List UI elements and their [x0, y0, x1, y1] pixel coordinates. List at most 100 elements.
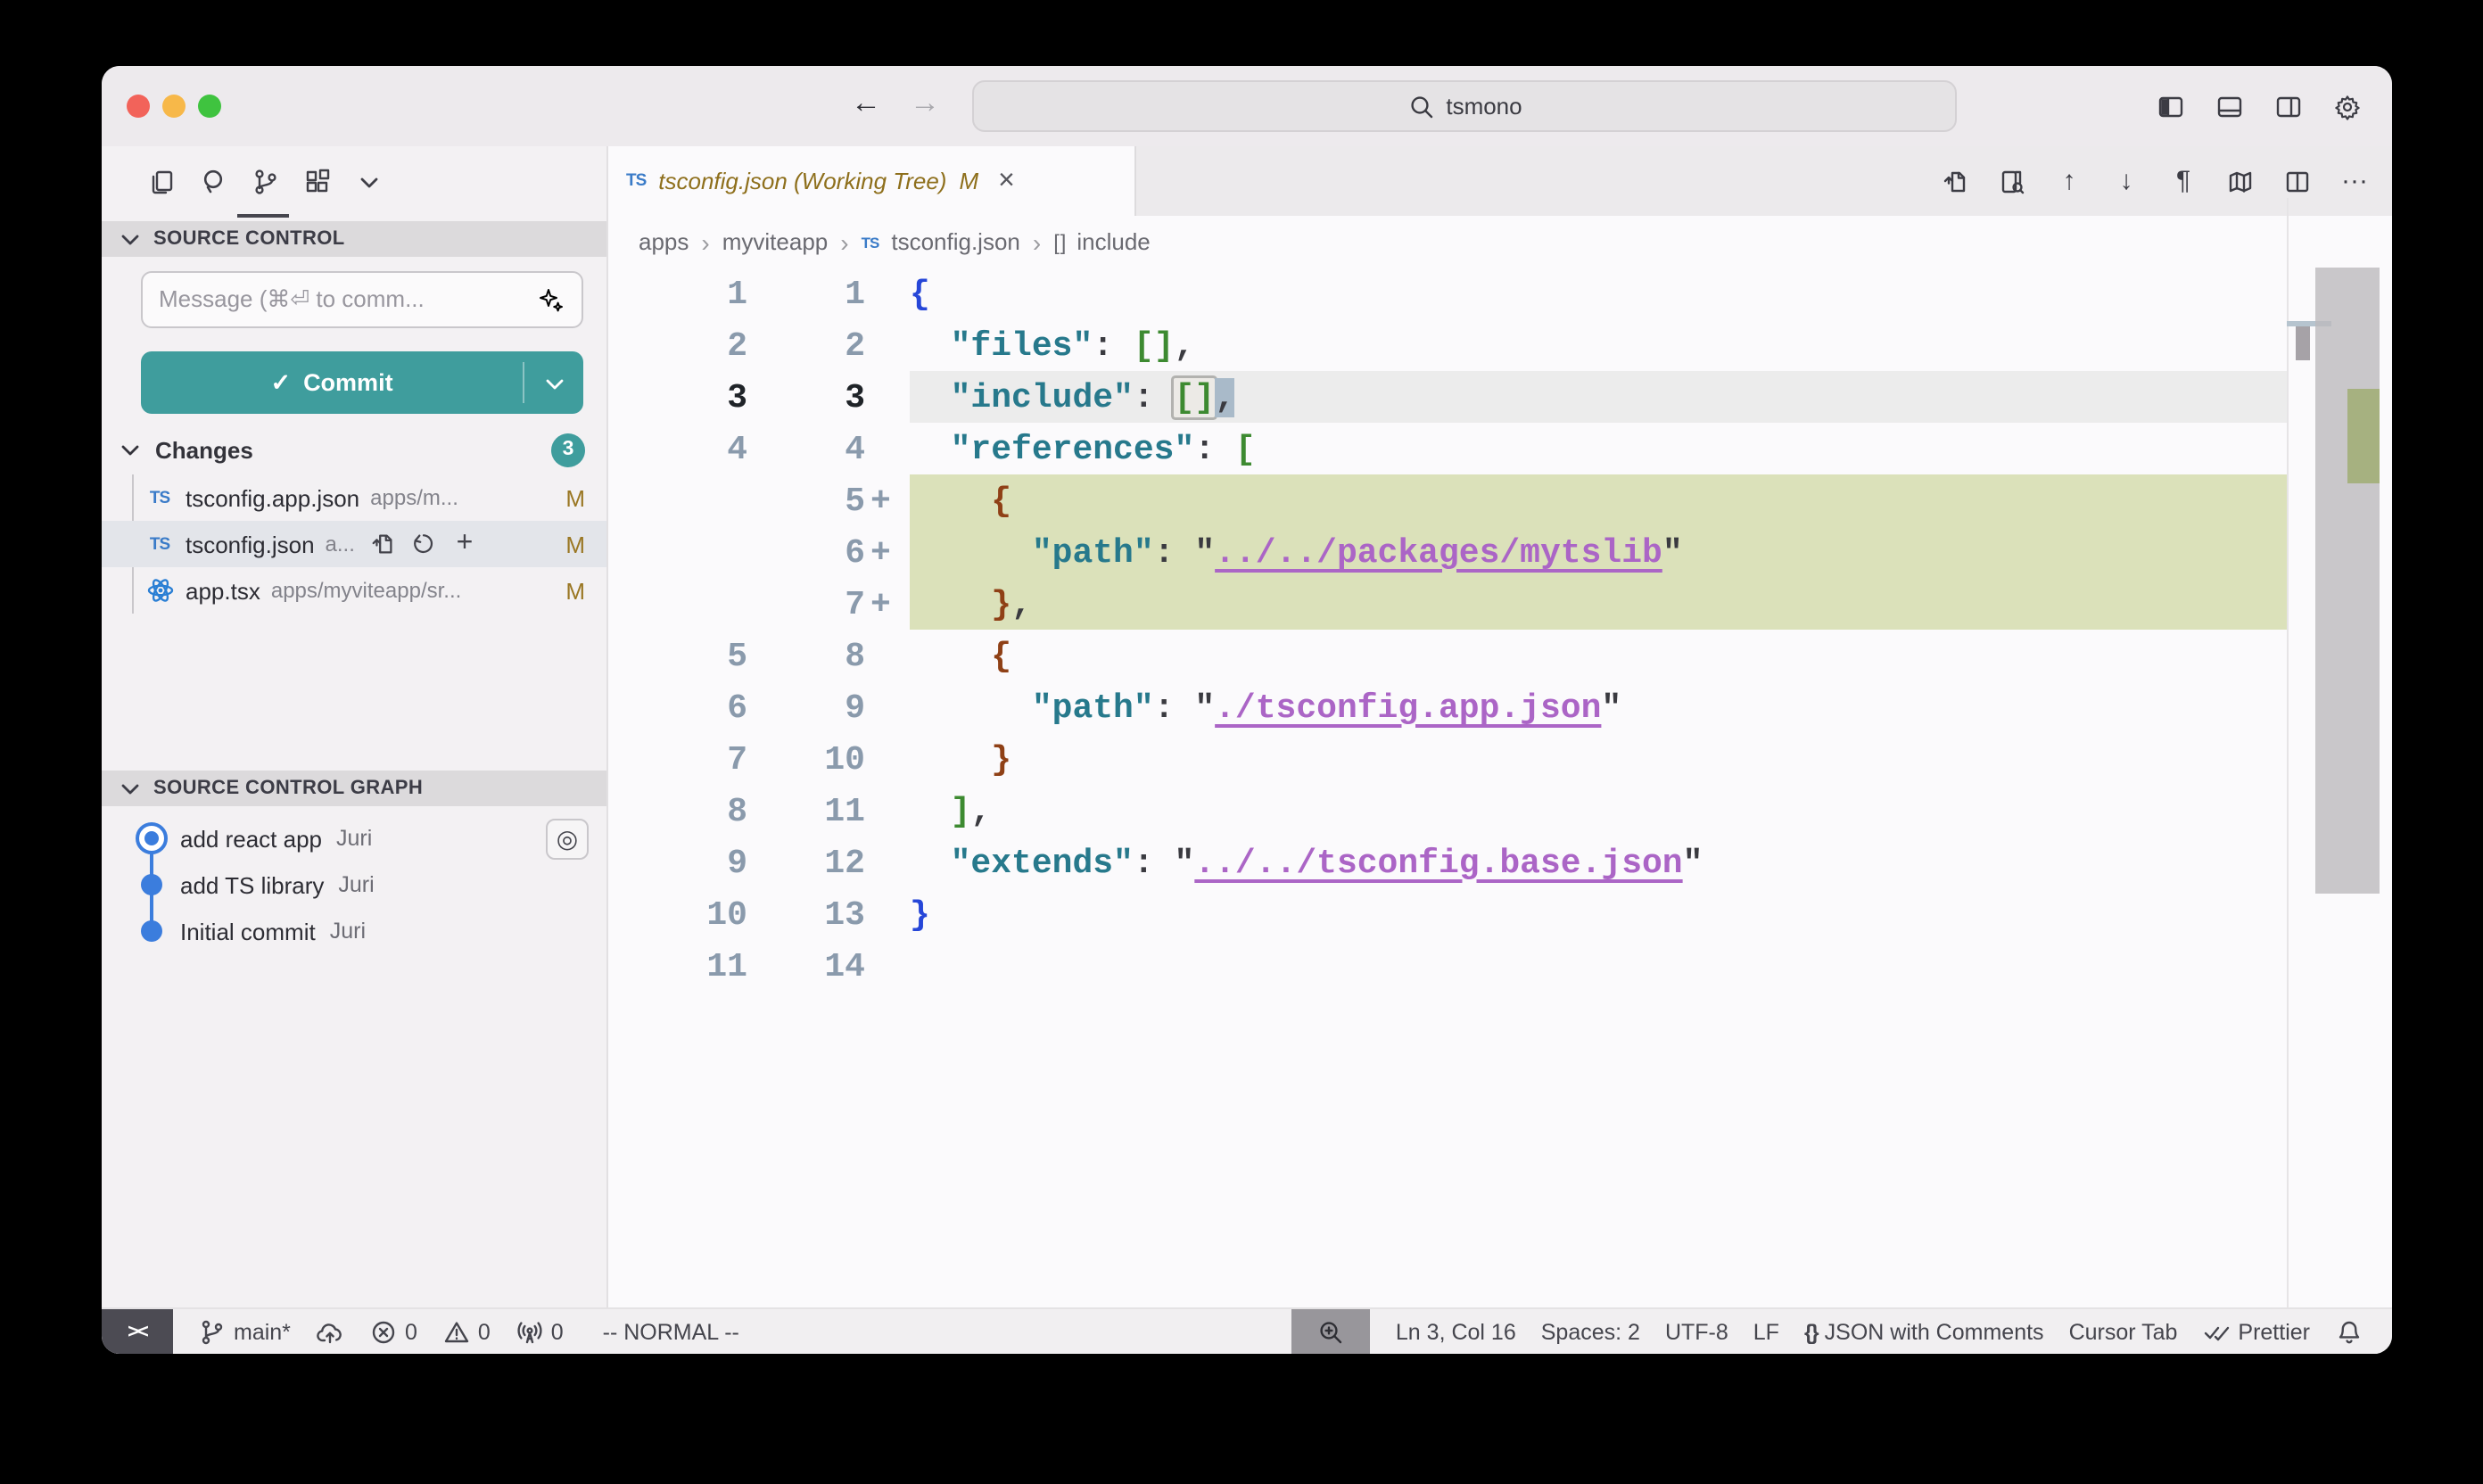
- toggle-secondary-sidebar-icon[interactable]: [2273, 90, 2305, 122]
- code-line[interactable]: 811 ],: [608, 785, 2392, 837]
- old-line-number: 11: [608, 946, 747, 985]
- explorer-icon[interactable]: [144, 165, 178, 199]
- extensions-icon[interactable]: [300, 165, 334, 199]
- maximize-window-button[interactable]: [198, 95, 221, 118]
- code-token: "path": [1032, 532, 1154, 572]
- added-line-plus: +: [865, 481, 910, 520]
- status-0[interactable]: 0: [369, 1317, 417, 1346]
- status-0[interactable]: 0: [442, 1317, 491, 1346]
- status-bell[interactable]: [2335, 1317, 2363, 1346]
- code-token: [910, 688, 1032, 727]
- new-line-number: 7: [747, 584, 865, 623]
- commit-author: Juri: [338, 872, 374, 897]
- status-normal[interactable]: -- NORMAL --: [603, 1319, 739, 1344]
- toggle-panel-icon[interactable]: [2214, 90, 2246, 122]
- status-cloud-upload[interactable]: [316, 1317, 344, 1346]
- change-file-row[interactable]: app.tsxapps/myviteapp/sr...M: [102, 567, 606, 614]
- status-remote[interactable]: ><: [102, 1308, 173, 1354]
- code-line[interactable]: 1114: [608, 940, 2392, 992]
- code-token: [910, 636, 991, 675]
- minimap-text-block: [2296, 326, 2310, 360]
- minimize-window-button[interactable]: [162, 95, 186, 118]
- back-icon[interactable]: ←: [851, 86, 881, 121]
- changes-section-row[interactable]: Changes 3: [102, 428, 606, 471]
- open-file-icon[interactable]: [1939, 165, 1971, 197]
- goto-current-history-item-button[interactable]: ◎: [546, 819, 589, 860]
- code-line[interactable]: 710 }: [608, 733, 2392, 785]
- code-line[interactable]: 69 "path": "./tsconfig.app.json": [608, 681, 2392, 733]
- code-line[interactable]: 1013}: [608, 888, 2392, 940]
- status-0[interactable]: 0: [516, 1317, 564, 1346]
- new-line-number: 13: [747, 895, 865, 934]
- next-change-icon[interactable]: ↓: [2110, 165, 2142, 197]
- settings-gear-icon[interactable]: [2331, 90, 2363, 122]
- tab-tsconfig-working-tree[interactable]: TS tsconfig.json (Working Tree) M ×: [608, 146, 1136, 216]
- previous-change-icon[interactable]: ↑: [2053, 165, 2085, 197]
- status-spaces-2[interactable]: Spaces: 2: [1541, 1319, 1640, 1344]
- change-file-row[interactable]: TStsconfig.jsona...+M: [102, 521, 606, 567]
- new-line-number: 8: [747, 636, 865, 675]
- status-utf-8[interactable]: UTF-8: [1665, 1319, 1728, 1344]
- search-activity-icon[interactable]: [196, 165, 230, 199]
- code-line[interactable]: 912 "extends": "../../tsconfig.base.json…: [608, 837, 2392, 888]
- code-token: :: [1134, 843, 1175, 882]
- source-control-section-header[interactable]: SOURCE CONTROL: [102, 221, 606, 257]
- command-center-search[interactable]: tsmono: [972, 80, 1957, 132]
- status-prettier[interactable]: Prettier: [2202, 1317, 2310, 1346]
- commit-message-input[interactable]: Message (⌘⏎ to comm...: [141, 271, 583, 328]
- discard-icon[interactable]: [410, 531, 437, 557]
- code-line[interactable]: 11{: [608, 268, 2392, 319]
- code-line[interactable]: 7+ },: [608, 578, 2392, 630]
- close-window-button[interactable]: [127, 95, 150, 118]
- breadcrumb-item[interactable]: include: [1077, 228, 1150, 255]
- code-line[interactable]: 33 "include": [],: [608, 371, 2392, 423]
- code-token: :: [1134, 377, 1175, 416]
- status-cursor-tab[interactable]: Cursor Tab: [2069, 1319, 2178, 1344]
- remote-icon: ><: [128, 1321, 147, 1342]
- word-wrap-map-icon[interactable]: [2224, 165, 2256, 197]
- breadcrumb-item[interactable]: tsconfig.json: [891, 228, 1020, 255]
- status-lf[interactable]: LF: [1753, 1319, 1779, 1344]
- commit-dropdown-chevron-icon[interactable]: [524, 351, 583, 414]
- new-line-number: 2: [747, 326, 865, 365]
- code-line[interactable]: 22 "files": [],: [608, 319, 2392, 371]
- code-line[interactable]: 6+ "path": "../../packages/mytslib": [608, 526, 2392, 578]
- forward-icon[interactable]: →: [910, 86, 940, 121]
- whitespace-pilcrow-icon[interactable]: ¶: [2167, 165, 2199, 197]
- commit-row[interactable]: add react appJuri: [102, 815, 606, 862]
- active-view-underline: [237, 214, 289, 218]
- commit-row[interactable]: add TS library Juri: [102, 862, 606, 908]
- new-line-number: 6: [747, 532, 865, 572]
- status-ln-3-col-16[interactable]: Ln 3, Col 16: [1396, 1319, 1516, 1344]
- scrollbar-slider[interactable]: [2315, 268, 2380, 894]
- commit-button[interactable]: ✓ Commit: [141, 351, 583, 414]
- status-json-with-comments[interactable]: {}JSON with Comments: [1804, 1319, 2044, 1344]
- open-file-icon[interactable]: [369, 531, 396, 557]
- code-line[interactable]: 58 {: [608, 630, 2392, 681]
- file-path: a...: [326, 532, 355, 556]
- change-file-row[interactable]: TStsconfig.app.jsonapps/m...M: [102, 474, 606, 521]
- commit-row[interactable]: Initial commitJuri: [102, 908, 606, 954]
- status-main[interactable]: main*: [198, 1317, 291, 1346]
- breadcrumb-item[interactable]: apps: [639, 228, 689, 255]
- code-line[interactable]: 44 "references": [: [608, 423, 2392, 474]
- chevron-down-icon: [116, 435, 144, 464]
- source-control-graph-section-header[interactable]: SOURCE CONTROL GRAPH: [102, 771, 606, 806]
- status-zoom-in[interactable]: [1292, 1308, 1371, 1354]
- code-line[interactable]: 5+ {: [608, 474, 2392, 526]
- activity-overflow-chevron-icon[interactable]: [351, 165, 385, 199]
- close-tab-icon[interactable]: ×: [998, 165, 1015, 197]
- commit-message: add TS library: [180, 871, 324, 898]
- array-symbol-icon: [ ]: [1053, 229, 1064, 254]
- source-control-icon[interactable]: [248, 165, 282, 199]
- more-actions-icon[interactable]: ···: [2339, 165, 2371, 197]
- old-line-number: 6: [608, 688, 747, 727]
- split-editor-icon[interactable]: [2281, 165, 2314, 197]
- code-token: {: [991, 481, 1011, 520]
- breadcrumb-item[interactable]: myviteapp: [722, 228, 829, 255]
- copilot-sparkle-icon[interactable]: [537, 285, 565, 314]
- toggle-primary-sidebar-icon[interactable]: [2155, 90, 2187, 122]
- inline-view-icon[interactable]: [1996, 165, 2028, 197]
- stage-icon[interactable]: +: [451, 531, 478, 557]
- changes-file-list: TStsconfig.app.jsonapps/m...MTStsconfig.…: [102, 474, 606, 614]
